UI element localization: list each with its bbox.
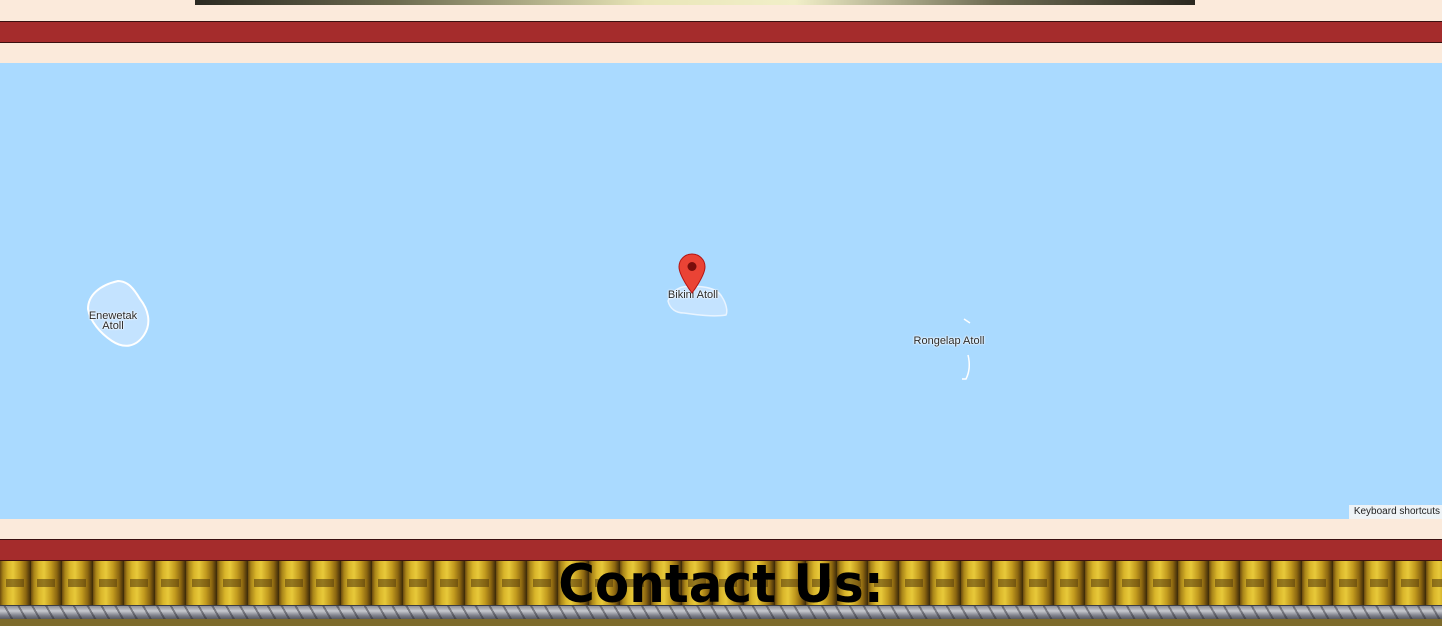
place-label-rongelap: Rongelap Atoll xyxy=(913,335,985,347)
bottom-divider-bar xyxy=(0,539,1442,561)
top-divider-bar xyxy=(0,21,1442,43)
footer-base xyxy=(0,619,1442,626)
map-embed[interactable]: Enewetak Atoll Bikini Atoll Rongelap Ato… xyxy=(0,63,1442,519)
rongelap-atoll-outline xyxy=(962,318,971,380)
place-label-enewetak: Enewetak Atoll xyxy=(88,310,138,332)
page: Enewetak Atoll Bikini Atoll Rongelap Ato… xyxy=(0,0,1442,626)
map-pin-icon[interactable]: Bikini Atoll xyxy=(678,253,706,295)
contact-heading: Contact Us: xyxy=(558,561,884,615)
keyboard-shortcuts-link[interactable]: Keyboard shortcuts xyxy=(1348,505,1442,519)
contact-footer: Contact Us: xyxy=(0,561,1442,626)
header-image-bottom-edge xyxy=(195,0,1195,5)
